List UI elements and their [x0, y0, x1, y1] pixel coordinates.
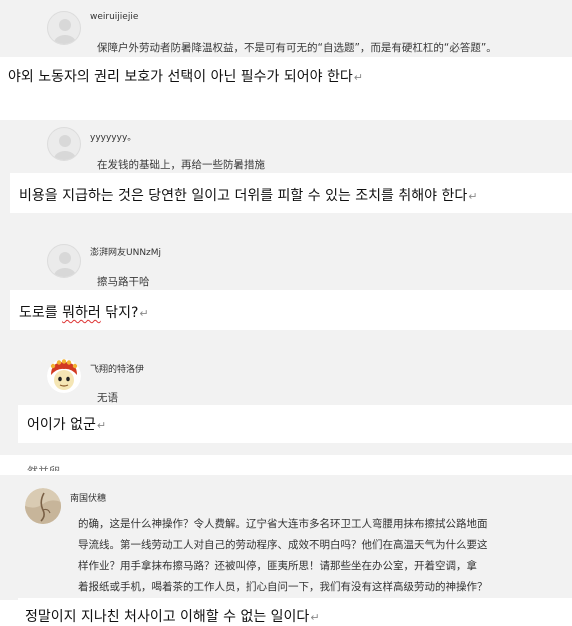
comment-username[interactable]: yyyyyyy。: [90, 130, 136, 143]
comment-text: 的确，这是什么神操作？令人费解。辽宁省大连市多名环卫工人弯腰用抹布擦拭公路地面 …: [78, 518, 488, 593]
photo-avatar-icon[interactable]: [25, 488, 61, 524]
clipped-text-fragment: 然并卵: [27, 463, 60, 471]
paragraph-mark-icon: ↵: [139, 307, 149, 320]
comment-text: 在发钱的基础上，再给一些防暑措施: [97, 159, 265, 171]
paragraph-mark-icon: ↵: [96, 419, 107, 432]
comment-text: 保障户外劳动者防暑降温权益，不是可有可无的“自选题”，而是有硬杠杠的“必答题”。: [97, 42, 497, 54]
paragraph-mark-icon: ↵: [353, 71, 363, 84]
default-avatar-icon[interactable]: [47, 127, 81, 161]
translation-text: 비용을 지급하는 것은 당연한 일이고 더위를 피할 수 있는 조치를 취해야 …: [19, 188, 478, 204]
translation-text: 도로를 뭐하러 닦지?↵: [19, 305, 149, 321]
default-avatar-icon[interactable]: [47, 244, 81, 278]
comment-text: 无语: [97, 392, 118, 404]
paragraph-mark-icon: ↵: [310, 611, 320, 624]
comment-username[interactable]: 飞翔的特洛伊: [90, 362, 144, 375]
translation-text: 야외 노동자의 권리 보호가 선택이 아닌 필수가 되어야 한다↵: [8, 69, 363, 85]
cartoon-avatar-icon[interactable]: [47, 359, 81, 393]
translation-text: 정말이지 지나친 처사이고 이해할 수 없는 일이다↵: [25, 609, 320, 625]
comment-username[interactable]: 南国伏穗: [70, 491, 106, 504]
translation-text: 어이가 없군↵: [27, 417, 107, 433]
comment-username[interactable]: weiruijiejie: [90, 12, 138, 22]
comment-text: 擦马路干哈: [97, 276, 150, 288]
paragraph-mark-icon: ↵: [468, 190, 478, 203]
default-avatar-icon[interactable]: [47, 11, 81, 45]
spellcheck-marked-word[interactable]: 뭐하러: [62, 305, 101, 321]
comment-username[interactable]: 澎湃网友UNNzMj: [90, 245, 161, 258]
